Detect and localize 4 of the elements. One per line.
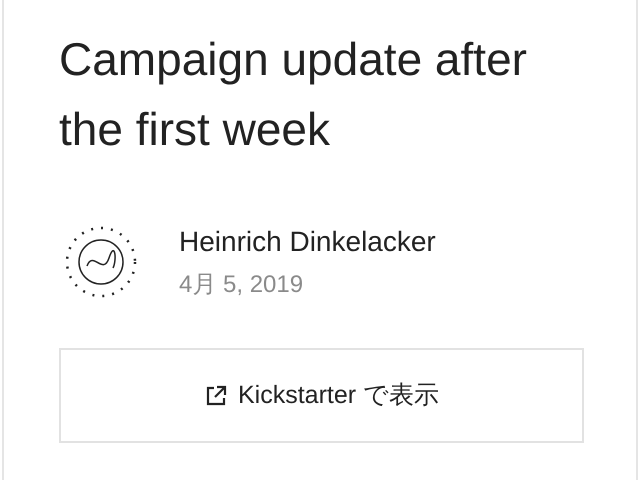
post-title: Campaign update after the first week xyxy=(59,32,528,157)
kickstarter-button[interactable]: Kickstarter で表示 xyxy=(59,348,584,443)
post-date: 4月 5, 2019 xyxy=(179,270,304,300)
author-name: Heinrich Dinkelacker xyxy=(179,225,436,259)
